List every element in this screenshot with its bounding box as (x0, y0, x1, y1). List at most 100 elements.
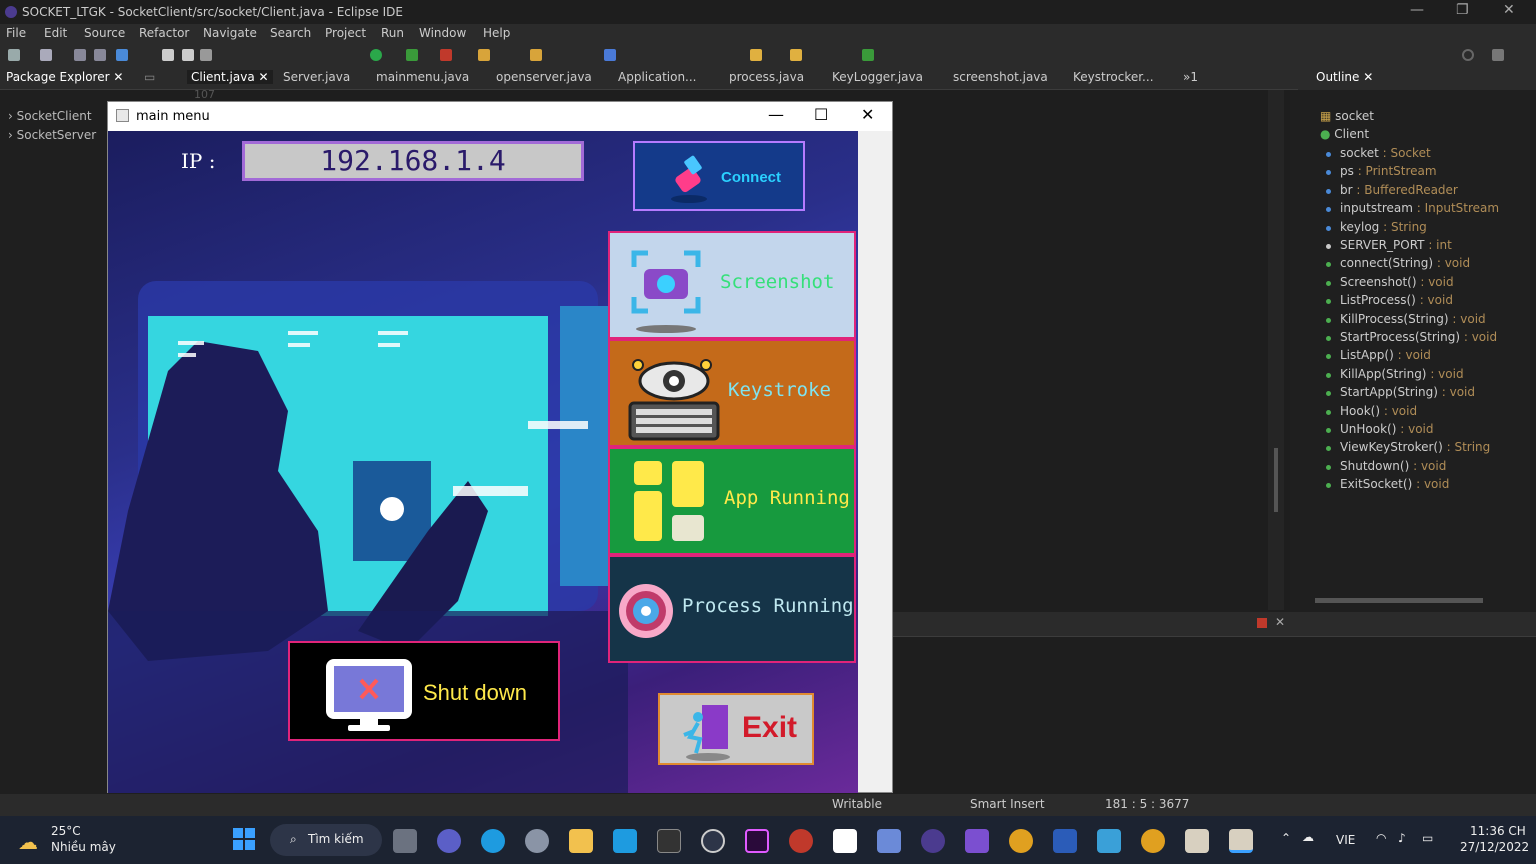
edge-icon[interactable] (481, 829, 505, 853)
menu-edit[interactable]: Edit (44, 26, 67, 40)
clock-date[interactable]: 27/12/2022 (1460, 840, 1529, 854)
exit-button[interactable]: Exit (658, 693, 814, 765)
menu-project[interactable]: Project (325, 26, 366, 40)
notion-icon[interactable] (833, 829, 857, 853)
menu-navigate[interactable]: Navigate (203, 26, 257, 40)
minimize-panel-icon[interactable]: ▭ (144, 70, 155, 84)
premiere-icon[interactable] (745, 829, 769, 853)
open-perspective-icon[interactable] (1492, 49, 1504, 61)
chrome-profile-icon[interactable] (1141, 829, 1165, 853)
run-icon[interactable] (370, 49, 382, 61)
outline-class[interactable]: ● Client (1320, 127, 1369, 141)
close-window-icon[interactable]: ✕ (861, 105, 874, 124)
keystroke-button[interactable]: Keystroke (608, 339, 856, 447)
wifi-icon[interactable]: ◠ (1376, 831, 1386, 845)
outline-member[interactable]: socket : Socket (1326, 146, 1431, 160)
taskbar-search[interactable]: ⌕ Tìm kiếm (270, 824, 382, 856)
task-view-icon[interactable] (393, 829, 417, 853)
clock-time[interactable]: 11:36 CH (1470, 824, 1526, 838)
editor-scrollbar[interactable] (1268, 90, 1284, 610)
visual-studio-icon[interactable] (965, 829, 989, 853)
tab-mainmenu-java[interactable]: mainmenu.java (376, 70, 469, 84)
menu-refactor[interactable]: Refactor (139, 26, 189, 40)
outline-member[interactable]: ExitSocket() : void (1326, 477, 1449, 491)
teams-chat-icon[interactable] (437, 829, 461, 853)
outline-member[interactable]: KillProcess(String) : void (1326, 312, 1486, 326)
save-all-icon[interactable] (94, 49, 106, 61)
weather-desc[interactable]: Nhiều mây (51, 840, 116, 854)
more-tabs-button[interactable]: »1 (1183, 70, 1198, 84)
snipping-icon[interactable] (877, 829, 901, 853)
word-icon[interactable] (1053, 829, 1077, 853)
new-java-project-icon[interactable] (478, 49, 490, 61)
tab-client-java[interactable]: Client.java ✕ (187, 70, 273, 84)
tab-openserver-java[interactable]: openserver.java (496, 70, 592, 84)
chevron-up-icon[interactable]: ⌃ (1281, 831, 1291, 845)
ip-input[interactable]: 192.168.1.4 (242, 141, 584, 181)
process-running-button[interactable]: Process Running (608, 555, 856, 663)
minimize-window-icon[interactable]: — (768, 105, 784, 124)
tab-outline[interactable]: Outline ✕ (1316, 70, 1373, 84)
console-area[interactable] (893, 636, 1536, 794)
search-icon[interactable] (1462, 49, 1474, 61)
chrome-icon[interactable] (1009, 829, 1033, 853)
new-icon[interactable] (8, 49, 20, 61)
outline-member[interactable]: ps : PrintStream (1326, 164, 1437, 178)
outline-member[interactable]: SERVER_PORT : int (1326, 238, 1452, 252)
back-icon[interactable] (750, 49, 762, 61)
outline-member[interactable]: KillApp(String) : void (1326, 367, 1464, 381)
close-icon[interactable]: ✕ (1503, 2, 1515, 18)
terminal-app-icon[interactable] (657, 829, 681, 853)
app-running-button[interactable]: App Running (608, 447, 856, 555)
tab-keystrocker[interactable]: Keystrocker... (1073, 70, 1154, 84)
resume-icon[interactable] (162, 49, 174, 61)
tree-item-socketserver[interactable]: › SocketServer (8, 128, 96, 142)
terminate-console-icon[interactable] (1257, 618, 1267, 628)
app-icon[interactable] (613, 829, 637, 853)
settings-icon[interactable] (525, 829, 549, 853)
outline-member[interactable]: br : BufferedReader (1326, 183, 1458, 197)
outline-member[interactable]: StartApp(String) : void (1326, 385, 1475, 399)
menu-file[interactable]: File (6, 26, 26, 40)
toggle-mark-occurrences-icon[interactable] (604, 49, 616, 61)
battery-icon[interactable]: ▭ (1422, 831, 1433, 845)
volume-icon[interactable]: ♪ (1398, 831, 1406, 845)
outline-member[interactable]: Shutdown() : void (1326, 459, 1446, 473)
java-app-icon[interactable] (1185, 829, 1209, 853)
file-explorer-icon[interactable] (569, 829, 593, 853)
java-app-active-icon[interactable] (1229, 829, 1253, 853)
open-icon[interactable] (40, 49, 52, 61)
language-indicator[interactable]: VIE (1336, 833, 1355, 847)
external-tools-icon[interactable] (440, 49, 452, 61)
menu-help[interactable]: Help (483, 26, 510, 40)
outline-member[interactable]: keylog : String (1326, 220, 1427, 234)
minimize-icon[interactable]: — (1410, 2, 1424, 18)
eclipse-taskbar-icon[interactable] (921, 829, 945, 853)
terminal-icon[interactable] (116, 49, 128, 61)
weather-temp[interactable]: 25°C (51, 824, 81, 838)
scrollbar-thumb[interactable] (1274, 448, 1278, 512)
restore-icon[interactable]: ❐ (1456, 2, 1469, 18)
screenshot-button[interactable]: Screenshot (608, 231, 856, 339)
tab-application[interactable]: Application... (618, 70, 697, 84)
forward-icon[interactable] (790, 49, 802, 61)
save-icon[interactable] (74, 49, 86, 61)
tab-keylogger-java[interactable]: KeyLogger.java (832, 70, 923, 84)
terminate-icon[interactable] (200, 49, 212, 61)
tab-process-java[interactable]: process.java (729, 70, 804, 84)
outline-package[interactable]: ▦ socket (1320, 109, 1374, 123)
open-type-icon[interactable] (530, 49, 542, 61)
tab-package-explorer[interactable]: Package Explorer ✕ (6, 70, 123, 84)
github-icon[interactable] (701, 829, 725, 853)
outline-member[interactable]: connect(String) : void (1326, 256, 1470, 270)
game-icon[interactable] (789, 829, 813, 853)
debug-icon[interactable] (406, 49, 418, 61)
perspective-icon[interactable] (862, 49, 874, 61)
outline-hscrollbar[interactable] (1315, 598, 1483, 603)
menu-search[interactable]: Search (270, 26, 311, 40)
tab-server-java[interactable]: Server.java (283, 70, 350, 84)
menu-source[interactable]: Source (84, 26, 125, 40)
connect-button[interactable]: Connect (633, 141, 805, 211)
outline-member[interactable]: UnHook() : void (1326, 422, 1434, 436)
outline-member[interactable]: inputstream : InputStream (1326, 201, 1499, 215)
